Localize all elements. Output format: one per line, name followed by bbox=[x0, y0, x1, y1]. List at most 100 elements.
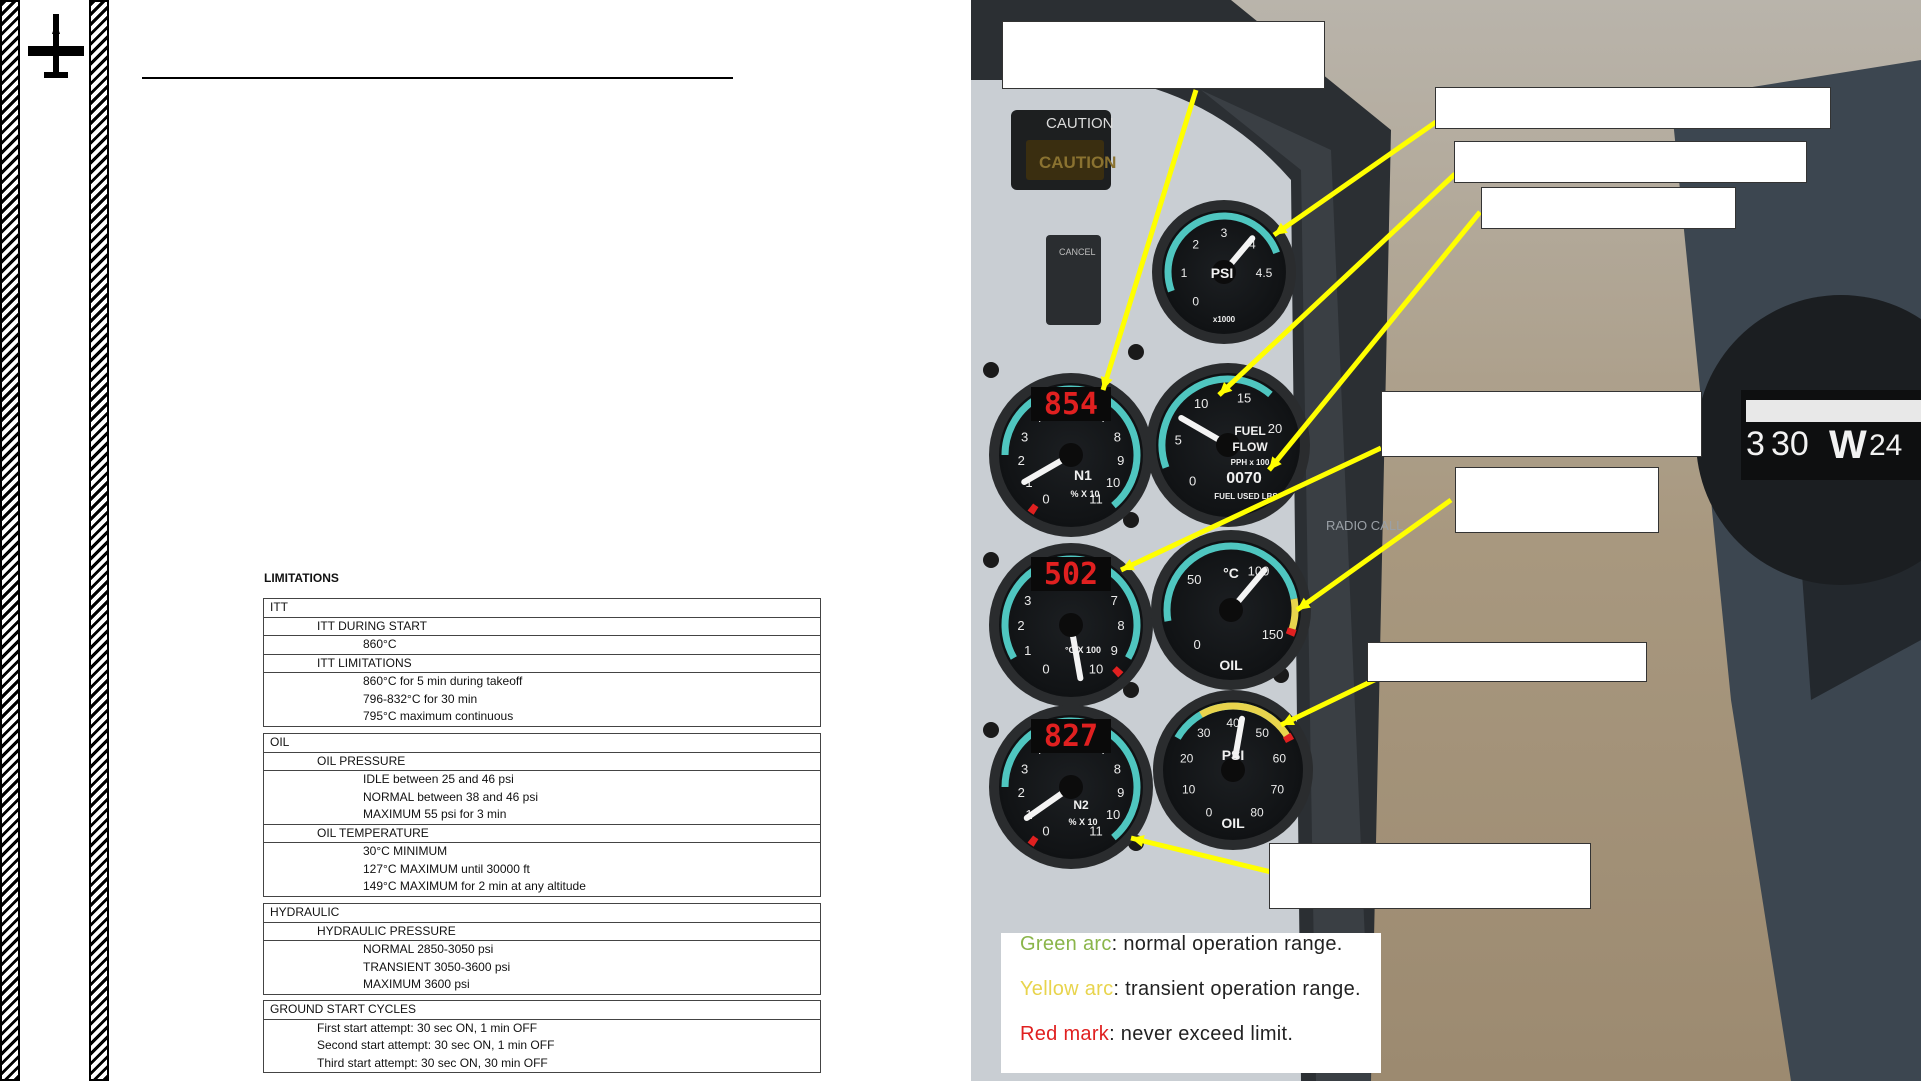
legend-green: Green arc: normal operation range. bbox=[1020, 933, 1343, 956]
gauge-tick-label: 0 bbox=[1206, 806, 1213, 820]
limitations-subheader: ITT DURING START bbox=[264, 616, 820, 636]
n1-callout-box bbox=[1002, 21, 1325, 89]
limitations-subheader: First start attempt: 30 sec ON, 1 min OF… bbox=[264, 1018, 820, 1038]
limitations-value: NORMAL between 38 and 46 psi bbox=[363, 789, 538, 804]
hydraulic-callout-box bbox=[1435, 87, 1831, 129]
legend-yellow-term: Yellow arc bbox=[1020, 978, 1114, 1000]
limitations-subheader: Second start attempt: 30 sec ON, 1 min O… bbox=[317, 1038, 555, 1052]
gauge-hub bbox=[1059, 443, 1083, 467]
red-mark bbox=[1285, 627, 1297, 637]
n2-gauge: 01234567891011827N2% X 10 bbox=[989, 705, 1153, 869]
gauge-tick-label: 8 bbox=[1114, 761, 1121, 776]
limitations-value: TRANSIENT 3050-3600 psi bbox=[363, 959, 511, 974]
gauge-tick-label: 0 bbox=[1042, 823, 1049, 838]
compass-heading-w: W bbox=[1829, 423, 1867, 467]
gauge-tick-label: 5 bbox=[1175, 433, 1182, 448]
oil-temp-label: OIL bbox=[1219, 657, 1243, 673]
limitations-section-header: OIL bbox=[270, 735, 290, 749]
panel-screw bbox=[983, 362, 999, 378]
caution-top-label: CAUTION bbox=[1046, 115, 1114, 132]
airplane-icon bbox=[28, 14, 84, 78]
limitations-value: 127°C MAXIMUM until 30000 ft bbox=[363, 861, 530, 876]
panel-screw bbox=[1128, 344, 1144, 360]
oil-pressure-callout-box bbox=[1367, 642, 1647, 682]
gauge-tick-label: 8 bbox=[1117, 618, 1124, 633]
n1-label: N1 bbox=[1074, 467, 1092, 483]
limitations-value: MAXIMUM 3600 psi bbox=[363, 977, 470, 991]
gauge-tick-label: 60 bbox=[1273, 752, 1287, 766]
compass-heading-24: 24 bbox=[1869, 429, 1902, 462]
oil-temp-unit: °C bbox=[1223, 565, 1239, 581]
fuel-flow-unit: PPH x 100 bbox=[1231, 458, 1270, 467]
n2-callout-box bbox=[1269, 843, 1591, 909]
limitations-title: LIMITATIONS bbox=[264, 571, 339, 585]
gauge-tick-label: 10 bbox=[1089, 661, 1103, 676]
n2-label: N2 bbox=[1073, 798, 1089, 812]
gauge-tick-label: 2 bbox=[1018, 453, 1025, 468]
itt-unit: °C X 100 bbox=[1065, 645, 1101, 655]
gauge-tick-label: 80 bbox=[1250, 806, 1264, 820]
gauge-tick-label: 0 bbox=[1193, 637, 1200, 652]
gauge-tick-label: 3 bbox=[1024, 593, 1031, 608]
cancel-label: CANCEL bbox=[1059, 247, 1096, 257]
gauge-tick-label: 9 bbox=[1117, 453, 1124, 468]
gauge-tick-label: 1 bbox=[1024, 643, 1031, 658]
itt-callout-box bbox=[1381, 391, 1702, 457]
radio-call-label: RADIO CALL bbox=[1326, 518, 1403, 533]
compass-heading-3: 3 bbox=[1746, 425, 1765, 463]
legend-red: Red mark: never exceed limit. bbox=[1020, 1023, 1293, 1046]
gauge-tick-label: 10 bbox=[1194, 396, 1208, 411]
gauge-tick-label: 0 bbox=[1042, 661, 1049, 676]
gauge-tick-label: 1 bbox=[1181, 266, 1188, 280]
legend-green-desc: : normal operation range. bbox=[1111, 933, 1343, 955]
oil-press-label: OIL bbox=[1221, 815, 1245, 831]
limitations-value: 795°C maximum continuous bbox=[363, 709, 514, 723]
fuel-used-readout: 0070 bbox=[1226, 470, 1262, 487]
limitations-subheader: OIL PRESSURE bbox=[264, 751, 820, 771]
gauge-tick-label: 9 bbox=[1111, 643, 1118, 658]
arc-legend: Green arc: normal operation range. Yello… bbox=[1001, 933, 1381, 1073]
limitations-table: GROUND START CYCLES First start attempt: … bbox=[263, 1000, 821, 1073]
limitations-value: 860°C bbox=[264, 635, 820, 654]
legend-yellow: Yellow arc: transient operation range. bbox=[1020, 978, 1361, 1001]
limitations-table: HYDRAULIC HYDRAULIC PRESSURE NORMAL 2850-3… bbox=[263, 903, 821, 995]
legend-red-desc: : never exceed limit. bbox=[1109, 1023, 1294, 1045]
yellow-arc bbox=[1287, 598, 1299, 634]
left-hatched-rail bbox=[0, 0, 20, 1081]
gauge-tick-label: 3 bbox=[1221, 226, 1228, 240]
gauge-tick-label: 3 bbox=[1021, 429, 1028, 444]
n1-gauge: 01234567891011854N1% X 10 bbox=[989, 373, 1153, 537]
red-mark bbox=[1027, 503, 1039, 515]
gauge-tick-label: 50 bbox=[1256, 726, 1270, 740]
oil-pressure-gauge: 01020304050607080PSIOIL bbox=[1153, 690, 1313, 850]
panel-screw bbox=[983, 722, 999, 738]
limitations-table: ITT ITT DURING START 860°C ITT LIMITATIONS 8… bbox=[263, 598, 821, 727]
digital-readout-value: 502 bbox=[1044, 557, 1098, 592]
gauge-tick-label: 150 bbox=[1262, 627, 1284, 642]
gauge-hub bbox=[1059, 775, 1083, 799]
gauge-tick-label: 30 bbox=[1197, 726, 1211, 740]
red-mark bbox=[1027, 835, 1039, 847]
fuel-flow-label-2: FLOW bbox=[1232, 440, 1268, 454]
gauge-tick-label: 4.5 bbox=[1256, 266, 1273, 280]
gauge-tick-label: 70 bbox=[1271, 782, 1285, 796]
limitations-section-header: GROUND START CYCLES bbox=[270, 1002, 417, 1016]
legend-red-term: Red mark bbox=[1020, 1023, 1110, 1045]
gauge-tick-label: 8 bbox=[1114, 429, 1121, 444]
digital-readout-value: 854 bbox=[1044, 387, 1098, 422]
limitations-value: 149°C MAXIMUM for 2 min at any altitude bbox=[363, 879, 586, 893]
gauge-hub bbox=[1219, 598, 1243, 622]
limitations-value: NORMAL 2850-3050 psi bbox=[264, 940, 820, 959]
gauge-tick-label: 2 bbox=[1018, 785, 1025, 800]
limitations-table: OIL OIL PRESSURE IDLE between 25 and 46 ps… bbox=[263, 733, 821, 897]
hydraulic-pressure-gauge: 012344.5PSIx1000 bbox=[1152, 200, 1296, 344]
compass-heading-30: 30 bbox=[1771, 425, 1809, 463]
header-rule bbox=[142, 77, 733, 79]
gauge-tick-label: 20 bbox=[1180, 752, 1194, 766]
oil-temp-callout-box bbox=[1455, 467, 1659, 533]
gauge-tick-label: 10 bbox=[1106, 807, 1120, 822]
limitations-section-header: ITT bbox=[270, 600, 288, 614]
gauge-tick-label: 0 bbox=[1189, 473, 1196, 488]
gauge-tick-label: 9 bbox=[1117, 785, 1124, 800]
gauge-tick-label: 10 bbox=[1182, 782, 1196, 796]
